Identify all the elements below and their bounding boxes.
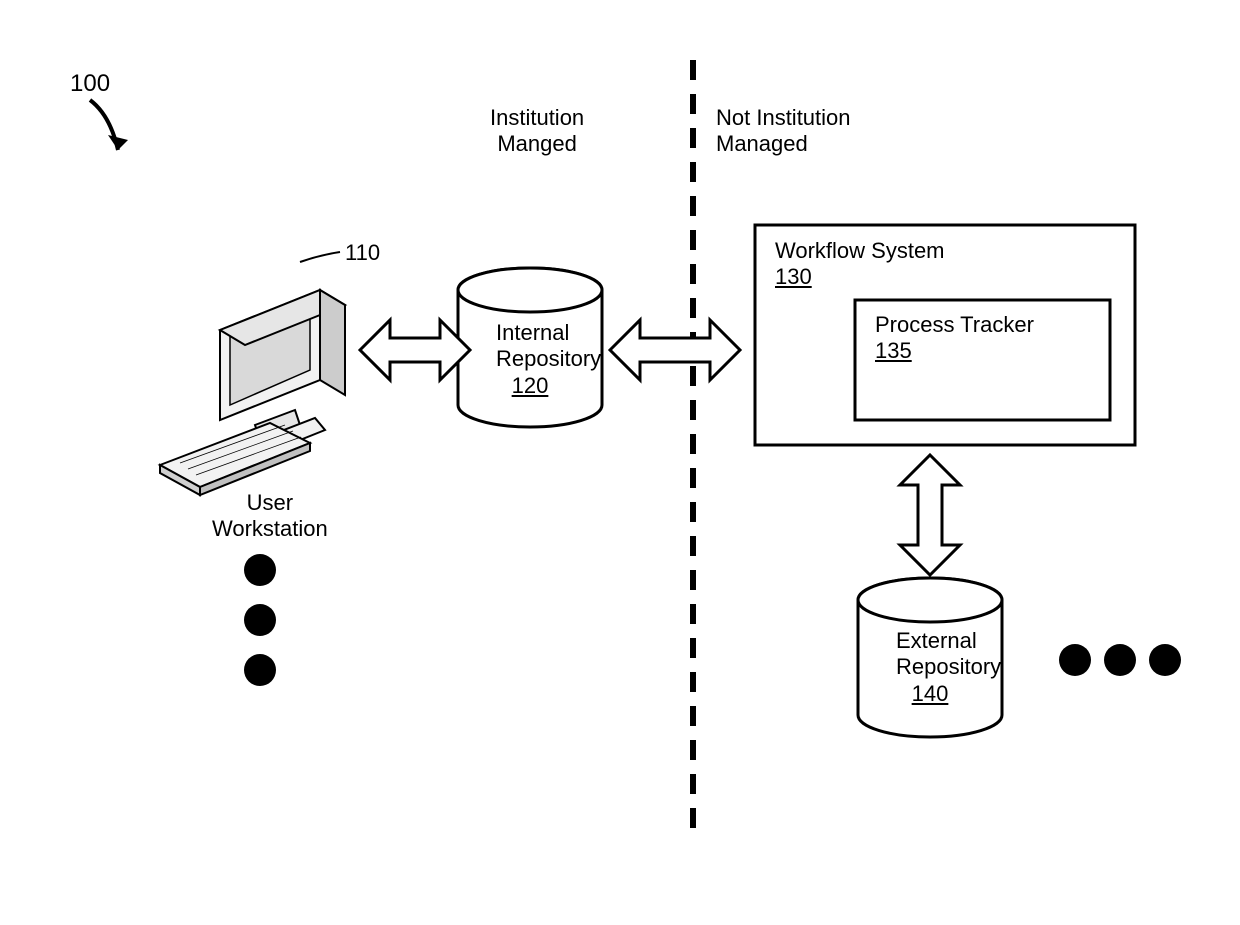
internal-repo-label: Internal Repository 120 xyxy=(496,320,564,399)
workstation-caption: User Workstation xyxy=(212,490,328,543)
external-repo-label: External Repository 140 xyxy=(896,628,964,707)
diagram-stage: 100 Institution Manged Not Institution M… xyxy=(0,0,1240,925)
arrow-repo-workflow xyxy=(610,320,740,380)
process-tracker-label: Process Tracker 135 xyxy=(875,312,1034,364)
arrow-workstation-repo xyxy=(360,320,470,380)
arrow-workflow-external xyxy=(900,455,960,575)
workstation-ref-leader xyxy=(300,252,340,262)
workflow-system-label: Workflow System 130 xyxy=(775,238,945,290)
ellipsis-vertical-icon xyxy=(244,554,276,686)
diagram-svg xyxy=(0,0,1240,925)
ellipsis-horizontal-icon xyxy=(1059,644,1181,676)
workstation-ref: 110 xyxy=(345,240,380,266)
workstation-icon xyxy=(160,290,345,495)
